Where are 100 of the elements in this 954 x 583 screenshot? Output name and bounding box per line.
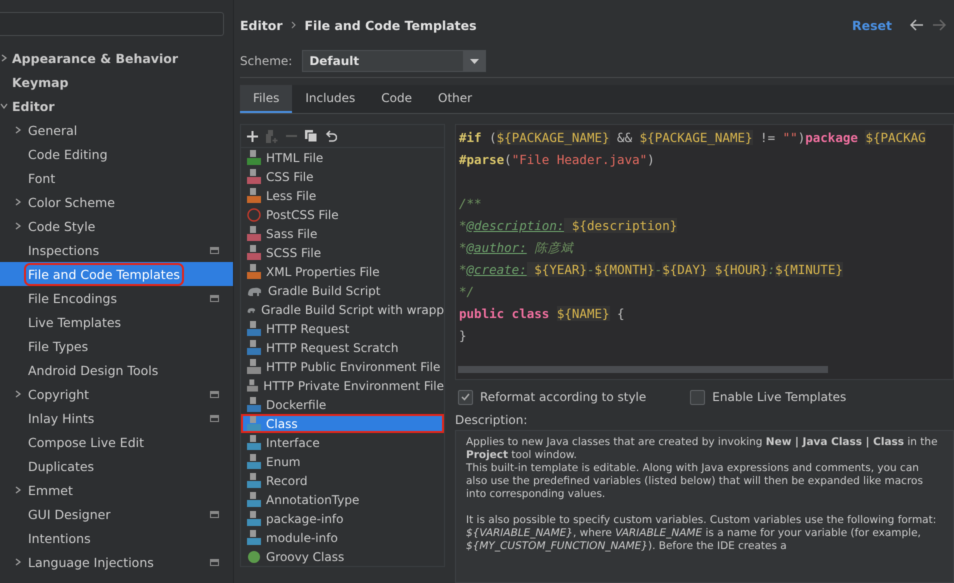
settings-item[interactable]: Duplicates xyxy=(0,454,233,478)
undo-icon[interactable] xyxy=(325,130,337,142)
file-icon xyxy=(247,226,261,241)
file-icon xyxy=(247,511,261,526)
template-item[interactable]: Less File xyxy=(241,186,444,205)
back-arrow-icon[interactable] xyxy=(910,19,924,31)
settings-category[interactable]: Editor xyxy=(0,94,233,118)
template-item[interactable]: module-info xyxy=(241,528,444,547)
settings-item[interactable]: Color Scheme xyxy=(0,190,233,214)
chevron-right-icon[interactable] xyxy=(14,198,22,206)
template-item[interactable]: HTTP Private Environment File xyxy=(241,376,444,395)
settings-item[interactable]: General xyxy=(0,118,233,142)
chevron-right-icon[interactable] xyxy=(0,54,8,62)
chevron-right-icon xyxy=(290,21,296,29)
template-name: HTML File xyxy=(266,150,324,164)
template-item[interactable]: Sass File xyxy=(241,224,444,243)
template-item[interactable]: HTML File xyxy=(241,148,444,167)
settings-item[interactable]: Inspections xyxy=(0,238,233,262)
settings-item[interactable]: Code Style xyxy=(0,214,233,238)
code-line: */ xyxy=(459,283,476,301)
tab[interactable]: Includes xyxy=(292,85,368,113)
tab[interactable]: Other xyxy=(425,85,486,113)
description-text: Applies to new Java classes that are created by invoking New | Java Class | Class in the Project tool window. xyxy=(466,436,939,462)
chevron-down-icon[interactable] xyxy=(0,102,8,110)
chevron-right-icon[interactable] xyxy=(14,126,22,134)
template-item[interactable]: AnnotationType xyxy=(241,490,444,509)
tab[interactable]: Files xyxy=(240,85,292,113)
breadcrumb-parent[interactable]: Editor xyxy=(240,18,282,32)
settings-item[interactable]: Android Design Tools xyxy=(0,358,233,382)
add-icon[interactable] xyxy=(247,130,258,142)
code-line: #parse("File Header.java") xyxy=(459,151,656,169)
template-name: SCSS File xyxy=(266,246,322,260)
file-icon xyxy=(247,245,261,260)
template-item[interactable]: package-info xyxy=(241,509,444,528)
settings-item[interactable]: Copyright xyxy=(0,382,233,406)
settings-item[interactable]: Compose Live Edit xyxy=(0,430,233,454)
settings-item[interactable]: Language Injections xyxy=(0,550,233,574)
file-icon xyxy=(247,454,261,469)
settings-item[interactable]: File Types xyxy=(0,334,233,358)
chevron-right-icon[interactable] xyxy=(14,222,22,230)
code-line: *@description: ${description} xyxy=(459,217,678,235)
template-name: Gradle Build Script xyxy=(268,284,380,298)
file-icon xyxy=(247,397,261,412)
option-checkbox[interactable]: Reformat according to style xyxy=(458,390,646,404)
settings-category[interactable]: Keymap xyxy=(0,70,233,94)
template-name: Record xyxy=(266,474,308,488)
template-item[interactable]: Enum xyxy=(241,452,444,471)
settings-item[interactable]: Font xyxy=(0,166,233,190)
code-line: /** xyxy=(459,195,483,213)
template-name: CSS File xyxy=(266,170,314,184)
settings-item[interactable]: Code Editing xyxy=(0,142,233,166)
template-item[interactable]: XML Properties File xyxy=(241,262,444,281)
scheme-label: Scheme: xyxy=(240,54,292,68)
template-item[interactable]: Groovy Class xyxy=(241,547,444,566)
file-icon xyxy=(247,492,261,507)
template-item[interactable]: HTTP Request xyxy=(241,319,444,338)
settings-item[interactable]: Inlay Hints xyxy=(0,406,233,430)
settings-item[interactable]: Live Templates xyxy=(0,310,233,334)
reset-link[interactable]: Reset xyxy=(852,18,892,32)
template-item[interactable]: HTTP Public Environment File xyxy=(241,357,444,376)
search-field[interactable] xyxy=(0,12,224,36)
template-item[interactable]: Class xyxy=(241,414,444,433)
settings-item[interactable]: Intentions xyxy=(0,526,233,550)
template-item[interactable]: SCSS File xyxy=(241,243,444,262)
template-item[interactable]: Dockerfile xyxy=(241,395,444,414)
template-name: Dockerfile xyxy=(266,398,326,412)
file-icon xyxy=(247,473,261,488)
code-editor[interactable] xyxy=(455,124,954,380)
template-item[interactable]: HTTP Request Scratch xyxy=(241,338,444,357)
template-item[interactable]: Record xyxy=(241,471,444,490)
file-icon xyxy=(247,188,261,203)
scheme-dropdown[interactable]: Default xyxy=(302,50,486,72)
chevron-right-icon[interactable] xyxy=(14,558,22,566)
settings-item[interactable]: Emmet xyxy=(0,478,233,502)
file-icon xyxy=(247,169,261,184)
chevron-right-icon[interactable] xyxy=(14,390,22,398)
option-checkbox[interactable]: Enable Live Templates xyxy=(690,390,846,404)
horizontal-scrollbar[interactable] xyxy=(458,366,828,373)
template-item[interactable]: Gradle Build Script xyxy=(241,281,444,300)
file-icon xyxy=(247,321,261,336)
circle-logo-icon xyxy=(247,550,261,564)
chevron-right-icon[interactable] xyxy=(14,486,22,494)
template-item[interactable]: PostCSS File xyxy=(241,205,444,224)
settings-item[interactable]: File and Code Templates xyxy=(0,262,233,286)
code-line: } xyxy=(459,327,468,345)
settings-item[interactable]: File Encodings xyxy=(0,286,233,310)
file-icon xyxy=(247,264,261,279)
template-name: Less File xyxy=(266,188,316,202)
template-item[interactable]: Gradle Build Script with wrapp xyxy=(241,300,444,319)
description-text: It is also possible to specify custom variables. Custom variables use the following format: ${VARIABLE_NAME}, where VARIABLE_NAME is a name for your variable (for example, ${MY_CUSTOM_FUNCTION_NAME}). Before the IDE creates a xyxy=(466,514,938,553)
copy-icon[interactable] xyxy=(305,130,317,142)
code-line: #if (${PACKAGE_NAME} && ${PACKAGE_NAME} != "")package ${PACKAG xyxy=(459,129,927,147)
template-item[interactable]: Interface xyxy=(241,433,444,452)
template-item[interactable]: CSS File xyxy=(241,167,444,186)
settings-category[interactable]: Appearance & Behavior xyxy=(0,46,233,70)
template-name: AnnotationType xyxy=(266,492,360,506)
file-icon xyxy=(247,435,261,450)
file-icon xyxy=(247,150,261,165)
settings-item[interactable]: GUI Designer xyxy=(0,502,233,526)
tab[interactable]: Code xyxy=(368,85,426,113)
